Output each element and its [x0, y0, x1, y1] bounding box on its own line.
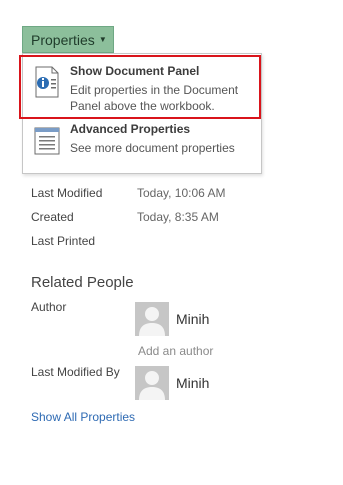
person-silhouette-icon [135, 302, 169, 336]
add-author-input[interactable]: Add an author [138, 344, 213, 358]
related-people-heading: Related People [31, 274, 134, 291]
last-modified-value: Today, 10:06 AM [137, 186, 226, 200]
author-person[interactable]: Minih [135, 302, 209, 336]
menu-item-show-document-panel[interactable]: Show Document Panel Edit properties in t… [23, 58, 261, 122]
created-label: Created [31, 210, 74, 224]
last-modified-by-name: Minih [176, 375, 210, 391]
avatar [135, 302, 169, 336]
author-label: Author [31, 300, 67, 314]
properties-button-label: Properties [31, 31, 95, 48]
chevron-down-icon: ▼ [98, 35, 107, 44]
avatar [135, 366, 169, 400]
show-all-properties-link[interactable]: Show All Properties [31, 410, 135, 424]
menu-item-description: See more document properties [70, 141, 235, 155]
last-printed-label: Last Printed [31, 234, 96, 248]
menu-item-title: Advanced Properties [70, 122, 191, 136]
menu-item-description: Edit properties in the Document Panel ab… [70, 83, 239, 113]
last-modified-label: Last Modified [31, 186, 103, 200]
document-panel-icon [35, 66, 59, 98]
properties-dropdown-menu: Show Document Panel Edit properties in t… [22, 53, 262, 174]
created-value: Today, 8:35 AM [137, 210, 219, 224]
properties-dropdown-button[interactable]: Properties ▼ [22, 26, 114, 53]
menu-item-title: Show Document Panel [70, 64, 200, 78]
properties-pane: Properties ▼ Show Document Panel Edit pr… [0, 0, 343, 485]
menu-item-advanced-properties[interactable]: Advanced Properties See more document pr… [23, 120, 261, 170]
person-silhouette-icon [135, 366, 169, 400]
last-modified-by-person[interactable]: Minih [135, 366, 209, 400]
advanced-properties-icon [34, 127, 60, 155]
author-name: Minih [176, 311, 210, 327]
last-modified-by-label: Last Modified By [31, 365, 120, 379]
